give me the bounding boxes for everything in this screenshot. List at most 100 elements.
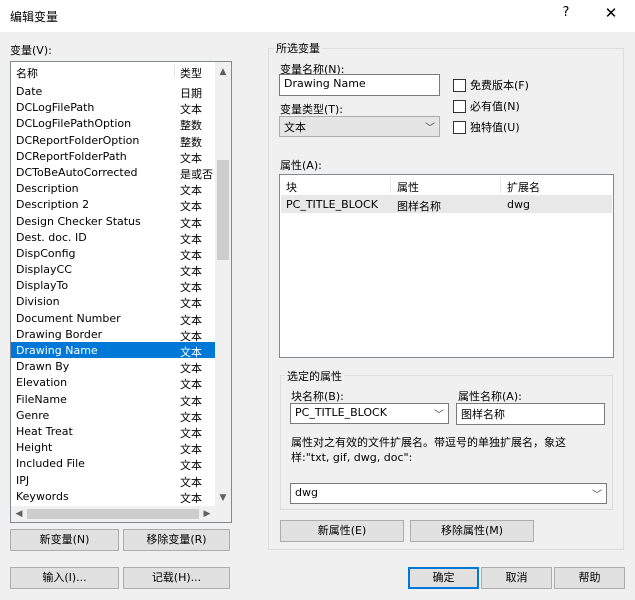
new-attribute-button[interactable]: 新属性(E) [280,520,404,542]
log-button[interactable]: 记载(H)... [123,567,230,589]
checkbox-box[interactable] [453,120,466,134]
horizontal-scrollbar[interactable]: ◀ ▶ [11,506,215,522]
variable-name: DCLogFilePathOption [16,117,132,131]
variable-name: Drawn By [16,360,70,374]
list-item[interactable]: Height 文本 [11,439,215,456]
block-name-select[interactable]: PC_TITLE_BLOCK ﹀ [290,403,449,424]
attributes-table[interactable]: 块 属性 扩展名 PC_TITLE_BLOCK 图样名称 dwg [279,174,614,358]
remove-variable-button[interactable]: 移除变量(R) [123,529,230,551]
scroll-left-icon[interactable]: ◀ [11,506,27,522]
table-cell-block: PC_TITLE_BLOCK [286,198,378,211]
list-item[interactable]: DisplayCC 文本 [11,261,215,278]
variable-name: DCToBeAutoCorrected [16,165,138,179]
variable-type-label: 变量类型(T): [280,103,344,116]
list-item[interactable]: DCLogFilePath 文本 [11,99,215,116]
scroll-right-icon[interactable]: ▶ [199,506,215,522]
close-icon[interactable]: ✕ [600,4,622,26]
required-checkbox[interactable]: 必有值(N) [453,98,520,114]
variable-name: Description [16,182,79,196]
variable-type: 文本 [180,491,202,503]
variable-name: FileName [16,392,67,406]
list-item[interactable]: Keywords 文本 [11,488,215,503]
variable-name: Genre [16,408,50,422]
column-separator[interactable] [390,177,391,193]
list-item[interactable]: DCLogFilePathOption 整数 [11,115,215,132]
variable-name: Drawing Name [16,344,98,357]
variable-name: DCLogFilePath [16,101,95,115]
list-item[interactable]: Description 2 文本 [11,196,215,213]
extension-hint: 属性对之有效的文件扩展名。带逗号的单独扩展名，象这样:"txt, gif, dw… [291,436,566,464]
table-cell-extension: dwg [507,198,530,211]
list-item[interactable]: Division 文本 [11,293,215,310]
title-bar [0,0,635,32]
list-item[interactable]: Elevation 文本 [11,374,215,391]
variable-name: Keywords [16,489,69,503]
chevron-down-icon: ﹀ [434,410,444,421]
list-item[interactable]: Design Checker Status 文本 [11,213,215,230]
list-item[interactable]: DispConfig 文本 [11,245,215,262]
free-version-checkbox[interactable]: 免费版本(F) [453,77,529,93]
attr-column-header-attribute[interactable]: 属性 [397,179,419,195]
variable-name: Height [16,441,53,455]
ok-button[interactable]: 确定 [408,567,479,589]
list-item[interactable]: DCToBeAutoCorrected 是或否 [11,164,215,181]
attribute-name-label: 属性名称(A): [458,390,522,403]
variable-type-value: 文本 [284,121,306,134]
required-label: 必有值(N) [470,100,520,113]
list-item[interactable]: DisplayTo 文本 [11,277,215,294]
extension-value: dwg [295,486,318,499]
help-button[interactable]: 帮助 [554,567,625,589]
list-item[interactable]: Date 日期 [11,83,215,100]
variable-name: Division [16,295,60,309]
extension-select[interactable]: dwg ﹀ [290,483,607,504]
column-separator[interactable] [500,177,501,193]
checkbox-box[interactable] [453,99,466,113]
list-item[interactable]: Document Number 文本 [11,310,215,327]
checkbox-box[interactable] [453,78,466,92]
table-row[interactable]: PC_TITLE_BLOCK 图样名称 dwg [281,195,612,213]
list-item[interactable]: Included File 文本 [11,455,215,472]
list-item[interactable]: Drawing Name 文本 [11,342,215,359]
column-header-name[interactable]: 名称 [16,65,38,81]
variable-name: DisplayTo [16,279,69,293]
list-item[interactable]: Heat Treat 文本 [11,423,215,440]
list-item[interactable]: IPJ 文本 [11,472,215,489]
remove-attribute-button[interactable]: 移除属性(M) [410,520,534,542]
cancel-button[interactable]: 取消 [481,567,552,589]
attr-column-header-extension[interactable]: 扩展名 [507,179,540,195]
list-item[interactable]: DCReportFolderPath 文本 [11,148,215,165]
list-item[interactable]: FileName 文本 [11,391,215,408]
list-item[interactable]: Drawing Border 文本 [11,326,215,343]
list-item[interactable]: DCReportFolderOption 整数 [11,132,215,149]
variable-name: DisplayCC [16,263,72,277]
column-separator[interactable] [174,64,175,78]
new-variable-button[interactable]: 新变量(N) [10,529,119,551]
import-button[interactable]: 输入(I)... [10,567,119,589]
list-item[interactable]: Genre 文本 [11,407,215,424]
column-header-type[interactable]: 类型 [180,65,202,81]
scroll-up-icon[interactable]: ▲ [215,64,231,80]
variable-name-field[interactable]: Drawing Name [279,74,440,96]
block-name-label: 块名称(B): [291,390,344,403]
vertical-scroll-thumb[interactable] [217,160,229,260]
variable-type-select[interactable]: 文本 ﹀ [279,116,440,137]
list-item[interactable]: Dest. doc. ID 文本 [11,229,215,246]
attr-column-header-block[interactable]: 块 [286,179,297,195]
list-item[interactable]: Description 文本 [11,180,215,197]
attribute-name-field[interactable]: 图样名称 [456,403,605,425]
table-cell-attribute: 图样名称 [397,200,441,213]
variables-list[interactable]: 名称 类型 Date 日期 DCLogFilePath 文本 DCLogFilePath… [10,61,232,523]
help-icon[interactable]: ? [556,5,576,25]
variable-name: Heat Treat [16,424,73,438]
vertical-scrollbar[interactable]: ▲ ▼ [215,62,231,506]
horizontal-scroll-thumb[interactable] [27,509,199,519]
unique-checkbox[interactable]: 独特值(U) [453,119,520,135]
variable-name: Description 2 [16,198,90,212]
chevron-down-icon: ﹀ [425,123,435,134]
scroll-down-icon[interactable]: ▼ [215,490,231,506]
list-item[interactable]: Drawn By 文本 [11,358,215,375]
unique-label: 独特值(U) [470,121,520,134]
scroll-corner [215,506,231,522]
attributes-label: 属性(A): [280,159,322,172]
window-title: 编辑变量 [10,10,59,24]
